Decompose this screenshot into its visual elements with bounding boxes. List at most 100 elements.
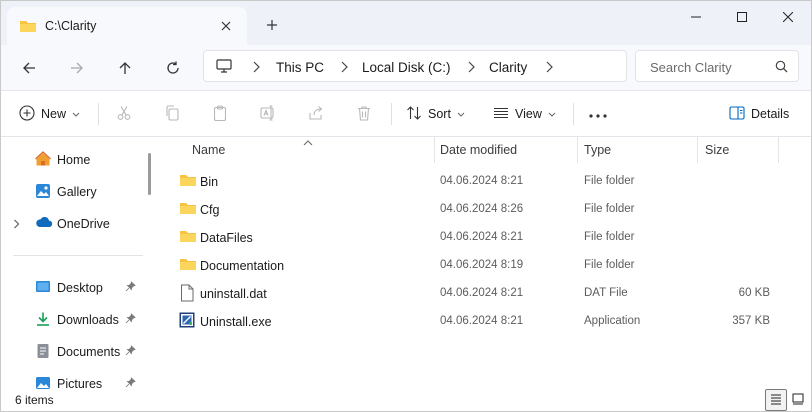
sidebar-item-home[interactable]: Home bbox=[1, 145, 141, 173]
column-header-label: Type bbox=[584, 143, 612, 157]
file-type: File folder bbox=[584, 175, 635, 187]
sidebar-item-label: Desktop bbox=[57, 281, 103, 295]
paste-icon bbox=[212, 104, 228, 124]
cut-button[interactable] bbox=[109, 99, 139, 129]
file-name: uninstall.dat bbox=[200, 287, 267, 301]
file-date: 04.06.2024 8:26 bbox=[440, 203, 524, 215]
column-resize-handle[interactable] bbox=[778, 137, 779, 163]
navigation-pane: Home Gallery OneDrive Desktop Downloads … bbox=[1, 137, 145, 389]
table-row[interactable]: Documentation 04.06.2024 8:19 File folde… bbox=[161, 251, 781, 279]
view-button[interactable]: View bbox=[493, 99, 556, 129]
table-row[interactable]: Bin 04.06.2024 8:21 File folder bbox=[161, 167, 781, 195]
sidebar-item-desktop[interactable]: Desktop bbox=[1, 273, 141, 301]
rename-button[interactable] bbox=[253, 99, 283, 129]
tab-clarity[interactable]: C:\Clarity bbox=[7, 7, 247, 45]
navigation-scrollbar[interactable] bbox=[148, 153, 151, 195]
sidebar-item-label: Home bbox=[57, 153, 91, 167]
paste-button[interactable] bbox=[205, 99, 235, 129]
navigation-divider bbox=[13, 255, 143, 256]
file-date: 04.06.2024 8:21 bbox=[440, 175, 524, 187]
new-tab-button[interactable] bbox=[261, 14, 283, 36]
item-count: 6 items bbox=[15, 393, 54, 407]
address-toolbar: This PC Local Disk (C:) Clarity Search C… bbox=[1, 45, 811, 91]
toolbar-divider bbox=[391, 103, 392, 125]
breadcrumb-clarity[interactable]: Clarity bbox=[489, 60, 527, 75]
share-button[interactable] bbox=[301, 99, 331, 129]
sidebar-item-pictures[interactable]: Pictures bbox=[1, 369, 141, 389]
file-name: DataFiles bbox=[200, 231, 253, 245]
details-pane-button[interactable]: Details bbox=[729, 99, 789, 129]
forward-button[interactable] bbox=[62, 53, 92, 83]
sidebar-item-documents[interactable]: Documents bbox=[1, 337, 141, 365]
sidebar-item-downloads[interactable]: Downloads bbox=[1, 305, 141, 333]
delete-button[interactable] bbox=[349, 99, 379, 129]
gallery-icon bbox=[35, 183, 51, 202]
file-name: Documentation bbox=[200, 259, 285, 273]
share-icon bbox=[308, 105, 324, 124]
details-view-icon bbox=[770, 393, 782, 408]
file-name: Bin bbox=[200, 175, 219, 189]
table-row[interactable]: Uninstall.exe 04.06.2024 8:21 Applicatio… bbox=[161, 307, 781, 335]
file-type: DAT File bbox=[584, 287, 628, 299]
table-row[interactable]: DataFiles 04.06.2024 8:21 File folder bbox=[161, 223, 781, 251]
file-icon bbox=[179, 284, 195, 305]
column-header-name[interactable]: Name bbox=[179, 137, 433, 163]
column-header-label: Name bbox=[192, 143, 226, 157]
minimize-button[interactable] bbox=[673, 1, 719, 33]
column-header-type[interactable]: Type bbox=[578, 137, 696, 163]
chevron-right-icon[interactable] bbox=[252, 61, 260, 76]
desktop-icon bbox=[35, 279, 51, 298]
folder-icon bbox=[179, 256, 197, 275]
tiles-view-button[interactable] bbox=[787, 389, 809, 411]
sidebar-item-label: Documents bbox=[57, 345, 121, 359]
title-bar: C:\Clarity bbox=[1, 1, 811, 45]
sidebar-item-gallery[interactable]: Gallery bbox=[1, 177, 141, 205]
breadcrumb-this-pc[interactable]: This PC bbox=[276, 60, 324, 75]
status-bar: 6 items bbox=[1, 389, 811, 411]
details-view-button[interactable] bbox=[765, 389, 787, 411]
refresh-button[interactable] bbox=[158, 53, 188, 83]
pin-icon[interactable] bbox=[125, 345, 136, 359]
sort-label: Sort bbox=[428, 107, 451, 121]
chevron-right-icon[interactable] bbox=[467, 61, 475, 76]
more-options-button[interactable] bbox=[583, 99, 613, 129]
cloud-icon bbox=[35, 215, 53, 232]
pin-icon[interactable] bbox=[125, 281, 136, 295]
up-button[interactable] bbox=[110, 53, 140, 83]
back-button[interactable] bbox=[14, 53, 44, 83]
file-type: Application bbox=[584, 315, 641, 327]
table-row[interactable]: uninstall.dat 04.06.2024 8:21 DAT File 6… bbox=[161, 279, 781, 307]
maximize-button[interactable] bbox=[719, 1, 765, 33]
new-button[interactable]: New bbox=[19, 99, 80, 129]
close-window-button[interactable] bbox=[765, 1, 811, 33]
folder-icon bbox=[179, 200, 197, 219]
folder-icon bbox=[179, 172, 197, 191]
chevron-right-icon[interactable] bbox=[340, 61, 348, 76]
breadcrumb-local-disk[interactable]: Local Disk (C:) bbox=[362, 60, 451, 75]
sidebar-item-onedrive[interactable]: OneDrive bbox=[1, 209, 141, 237]
home-icon bbox=[35, 151, 51, 170]
table-row[interactable]: Cfg 04.06.2024 8:26 File folder bbox=[161, 195, 781, 223]
pin-icon[interactable] bbox=[125, 377, 136, 389]
chevron-right-icon[interactable] bbox=[13, 218, 20, 232]
sort-button[interactable]: Sort bbox=[406, 99, 465, 129]
folder-icon bbox=[19, 18, 37, 37]
explorer-window: C:\Clarity This PC Local Disk (C:) Clari… bbox=[0, 0, 812, 412]
sidebar-item-label: Downloads bbox=[57, 313, 119, 327]
copy-button[interactable] bbox=[157, 99, 187, 129]
pin-icon[interactable] bbox=[125, 313, 136, 327]
column-header-size[interactable]: Size bbox=[698, 137, 778, 163]
chevron-right-icon[interactable] bbox=[545, 61, 553, 76]
sort-icon bbox=[406, 105, 422, 124]
sidebar-item-label: Gallery bbox=[57, 185, 97, 199]
search-icon[interactable] bbox=[775, 60, 788, 76]
column-header-date[interactable]: Date modified bbox=[435, 137, 577, 163]
application-icon bbox=[179, 312, 195, 331]
close-tab-icon[interactable] bbox=[215, 15, 237, 37]
view-label: View bbox=[515, 107, 542, 121]
chevron-down-icon bbox=[548, 107, 556, 121]
search-box[interactable]: Search Clarity bbox=[635, 50, 799, 82]
address-bar[interactable]: This PC Local Disk (C:) Clarity bbox=[203, 50, 627, 82]
documents-icon bbox=[35, 343, 51, 362]
details-pane-icon bbox=[729, 105, 745, 123]
